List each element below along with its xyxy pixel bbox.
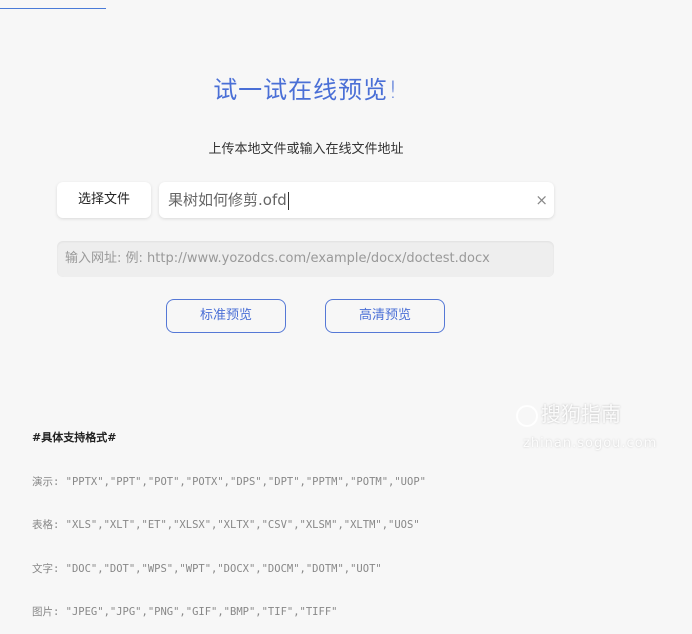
page-title: 试一试在线预览!: [213, 76, 399, 104]
formats-image: 图片: "JPEG","JPG","PNG","GIF","BMP","TIF"…: [32, 606, 338, 618]
text-caret: [287, 191, 289, 210]
formats-presentation: 演示: "PPTX","PPT","POT","POTX","DPS","DPT…: [32, 475, 426, 488]
top-divider: [0, 8, 106, 9]
page-subtitle: 上传本地文件或输入在线文件地址: [208, 142, 404, 157]
url-placeholder: 输入网址: 例: http://www.yozodcs.com/example/…: [65, 251, 490, 266]
formats-title: #具体支持格式#: [32, 431, 117, 444]
file-name-value: 果树如何修剪.ofd: [168, 191, 289, 210]
watermark-url: zhinan.sogou.com: [523, 436, 658, 451]
url-input[interactable]: 输入网址: 例: http://www.yozodcs.com/example/…: [57, 241, 554, 277]
file-name-field[interactable]: 果树如何修剪.ofd ×: [159, 182, 554, 218]
sogou-logo-icon: [516, 404, 538, 427]
standard-preview-button[interactable]: 标准预览: [166, 299, 286, 333]
clear-icon[interactable]: ×: [535, 182, 548, 218]
choose-file-button[interactable]: 选择文件: [57, 182, 151, 218]
supported-formats: #具体支持格式# 演示: "PPTX","PPT","POT","POTX","…: [32, 402, 426, 634]
watermark-logo: 搜狗指南: [516, 398, 621, 427]
hd-preview-button[interactable]: 高清预览: [325, 299, 445, 333]
formats-spreadsheet: 表格: "XLS","XLT","ET","XLSX","XLTX","CSV"…: [32, 519, 420, 531]
formats-document: 文字: "DOC","DOT","WPS","WPT","DOCX","DOCM…: [32, 562, 382, 575]
